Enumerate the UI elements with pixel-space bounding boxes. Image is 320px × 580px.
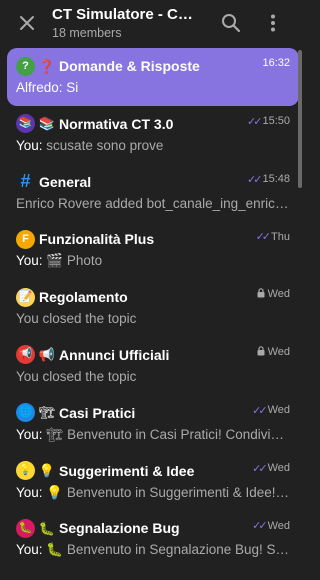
topic-preview: You closed the topic — [16, 311, 290, 329]
preview-text: 🐛 Benvenuto in Segnalazione Bug! Segnala… — [46, 542, 290, 558]
topic-title-emoji-icon: 🏗 — [38, 405, 56, 421]
topic-title-emoji-icon: 📢 — [38, 347, 56, 363]
topic-title-emoji-icon: 💡 — [38, 463, 56, 479]
topic-preview: You: scusate sono prove — [16, 138, 290, 156]
topic-meta: 16:32 — [262, 57, 290, 69]
lightbulb-emoji-icon: 💡 — [16, 461, 35, 481]
topic-list: ? ❓ Domande & Risposte 16:32 Alfredo: Si 📚 📚 No… — [0, 48, 306, 568]
topic-preview: You: 🐛 Benvenuto in Segnalazione Bug! Se… — [16, 542, 290, 560]
double-check-icon: ✓✓ — [247, 115, 263, 128]
megaphone-emoji-icon: 📢 — [16, 345, 35, 365]
search-icon — [222, 14, 241, 33]
topic-header-line: 🐛 🐛 Segnalazione Bug ✓✓ Wed — [16, 518, 290, 538]
close-icon — [20, 16, 34, 30]
topic-item[interactable]: 🐛 🐛 Segnalazione Bug ✓✓ Wed You: 🐛 Benvenuto … — [7, 510, 299, 568]
topic-header-line: 🌐 🏗 Casi Pratici ✓✓ Wed — [16, 403, 290, 423]
topic-preview: You: 🏗 Benvenuto in Casi Pratici! Condiv… — [16, 427, 290, 445]
header: CT Simulatore - Community 18 members — [0, 0, 306, 46]
double-check-icon: ✓✓ — [252, 462, 268, 475]
topic-item[interactable]: # General ✓✓ 15:48 Enrico Rovere added bot_c… — [7, 164, 299, 222]
topic-item[interactable]: 📚 📚 Normativa CT 3.0 ✓✓ 15:50 You: scusate so… — [7, 106, 299, 164]
topic-time: Thu — [271, 230, 290, 243]
topic-item[interactable]: 🌐 🏗 Casi Pratici ✓✓ Wed You: 🏗 Benvenuto in C… — [7, 395, 299, 453]
topic-item[interactable]: F Funzionalità Plus ✓✓ Thu You: 🎬 Photo — [7, 221, 299, 279]
books-emoji-icon: 📚 — [16, 114, 35, 134]
topic-title-emoji-icon: 🐛 — [38, 520, 56, 536]
topic-header-line: 📚 📚 Normativa CT 3.0 ✓✓ 15:50 — [16, 114, 290, 134]
preview-text: You closed the topic — [16, 368, 137, 384]
topic-meta: ✓✓ 15:48 — [247, 173, 290, 186]
topic-title: Regolamento — [39, 289, 128, 306]
preview-text: Enrico Rovere added bot_canale_ing_enric… — [16, 195, 290, 211]
double-check-icon: ✓✓ — [255, 231, 272, 244]
topic-time: 15:50 — [262, 115, 290, 128]
topic-title: Funzionalità Plus — [39, 231, 155, 248]
preview-text: 🎬 Photo — [42, 253, 103, 269]
preview-sender: You: — [16, 426, 43, 442]
scrollbar[interactable] — [298, 50, 302, 188]
preview-text: Alfredo: Si — [16, 80, 79, 95]
preview-text: You closed the topic — [16, 311, 137, 327]
preview-sender: You: — [16, 137, 43, 153]
hashtag-icon: # — [20, 171, 31, 192]
topic-meta: ✓✓ Wed — [252, 519, 290, 533]
topic-time: 16:32 — [262, 57, 290, 69]
topic-preview: You closed the topic — [16, 369, 290, 387]
preview-sender: You: — [16, 484, 43, 500]
topic-title: Annunci Ufficiali — [59, 346, 170, 363]
construction-emoji-icon: 🌐 — [16, 403, 35, 423]
topic-time: 15:48 — [262, 173, 290, 186]
topic-time: Wed — [267, 345, 290, 358]
topic-header-line: 💡 💡 Suggerimenti & Idee ✓✓ Wed — [16, 461, 290, 481]
more-options-button[interactable] — [257, 7, 289, 39]
lock-icon — [257, 288, 265, 300]
topic-meta: Wed — [257, 346, 290, 358]
topic-meta: ✓✓ 15:50 — [247, 115, 290, 128]
topic-time: Wed — [267, 404, 290, 417]
topic-item[interactable]: 📝 Regolamento Wed You closed the topic — [7, 279, 299, 337]
topic-meta: ✓✓ Thu — [255, 230, 290, 244]
f-emoji-icon: F — [16, 229, 35, 249]
topic-meta: Wed — [257, 288, 290, 300]
close-button[interactable] — [11, 7, 43, 39]
topic-preview: You: 🎬 Photo — [16, 253, 290, 271]
double-check-icon: ✓✓ — [247, 173, 263, 186]
topic-time: Wed — [267, 288, 290, 301]
more-vertical-icon — [271, 14, 275, 32]
topic-header-line: 📢 📢 Annunci Ufficiali Wed — [16, 345, 290, 365]
topic-item[interactable]: 📢 📢 Annunci Ufficiali Wed You closed the top… — [7, 337, 299, 395]
search-button[interactable] — [215, 7, 247, 39]
double-check-icon: ✓✓ — [252, 520, 268, 533]
bug-emoji-icon: 🐛 — [16, 518, 35, 538]
topic-title-emoji-icon: 📚 — [38, 116, 56, 132]
topic-preview: Alfredo: Si — [16, 80, 290, 98]
double-check-icon: ✓✓ — [252, 404, 268, 417]
lock-icon — [257, 346, 265, 358]
topic-item[interactable]: 💡 💡 Suggerimenti & Idee ✓✓ Wed You: 💡 Benvenu… — [7, 453, 299, 511]
topic-time: Wed — [267, 519, 290, 532]
preview-text: 🏗 Benvenuto in Casi Pratici! Condividi q… — [46, 426, 290, 442]
topic-meta: ✓✓ Wed — [252, 462, 290, 475]
topic-header-line: 📝 Regolamento Wed — [16, 287, 290, 307]
preview-sender: You: — [16, 542, 43, 558]
topic-title: Domande & Risposte — [59, 58, 200, 74]
topic-header-line: # General ✓✓ 15:48 — [16, 171, 290, 192]
topic-time: Wed — [267, 462, 290, 475]
preview-text: scusate sono prove — [42, 137, 164, 153]
preview-sender: You: — [16, 253, 43, 269]
preview-text: 💡 Benvenuto in Suggerimenti & Idee! Qui … — [46, 484, 290, 500]
topic-item[interactable]: ? ❓ Domande & Risposte 16:32 Alfredo: Si — [7, 48, 299, 106]
topics-panel: CT Simulatore - Community 18 members ?❓D… — [0, 0, 306, 580]
topic-preview: You: 💡 Benvenuto in Suggerimenti & Idee!… — [16, 485, 290, 503]
topic-header-line: ? ❓ Domande & Risposte 16:32 — [16, 56, 290, 76]
memo-emoji-icon: 📝 — [16, 287, 35, 307]
topic-meta: ✓✓ Wed — [252, 404, 290, 417]
topic-preview: Enrico Rovere added bot_canale_ing_enric… — [16, 196, 290, 214]
topic-title-emoji-icon: ❓ — [38, 58, 56, 74]
member-count: 18 members — [52, 26, 122, 40]
group-title: CT Simulatore - Community — [52, 6, 202, 23]
topic-header-line: F Funzionalità Plus ✓✓ Thu — [16, 229, 290, 249]
question-emoji-icon: ? — [16, 56, 35, 76]
